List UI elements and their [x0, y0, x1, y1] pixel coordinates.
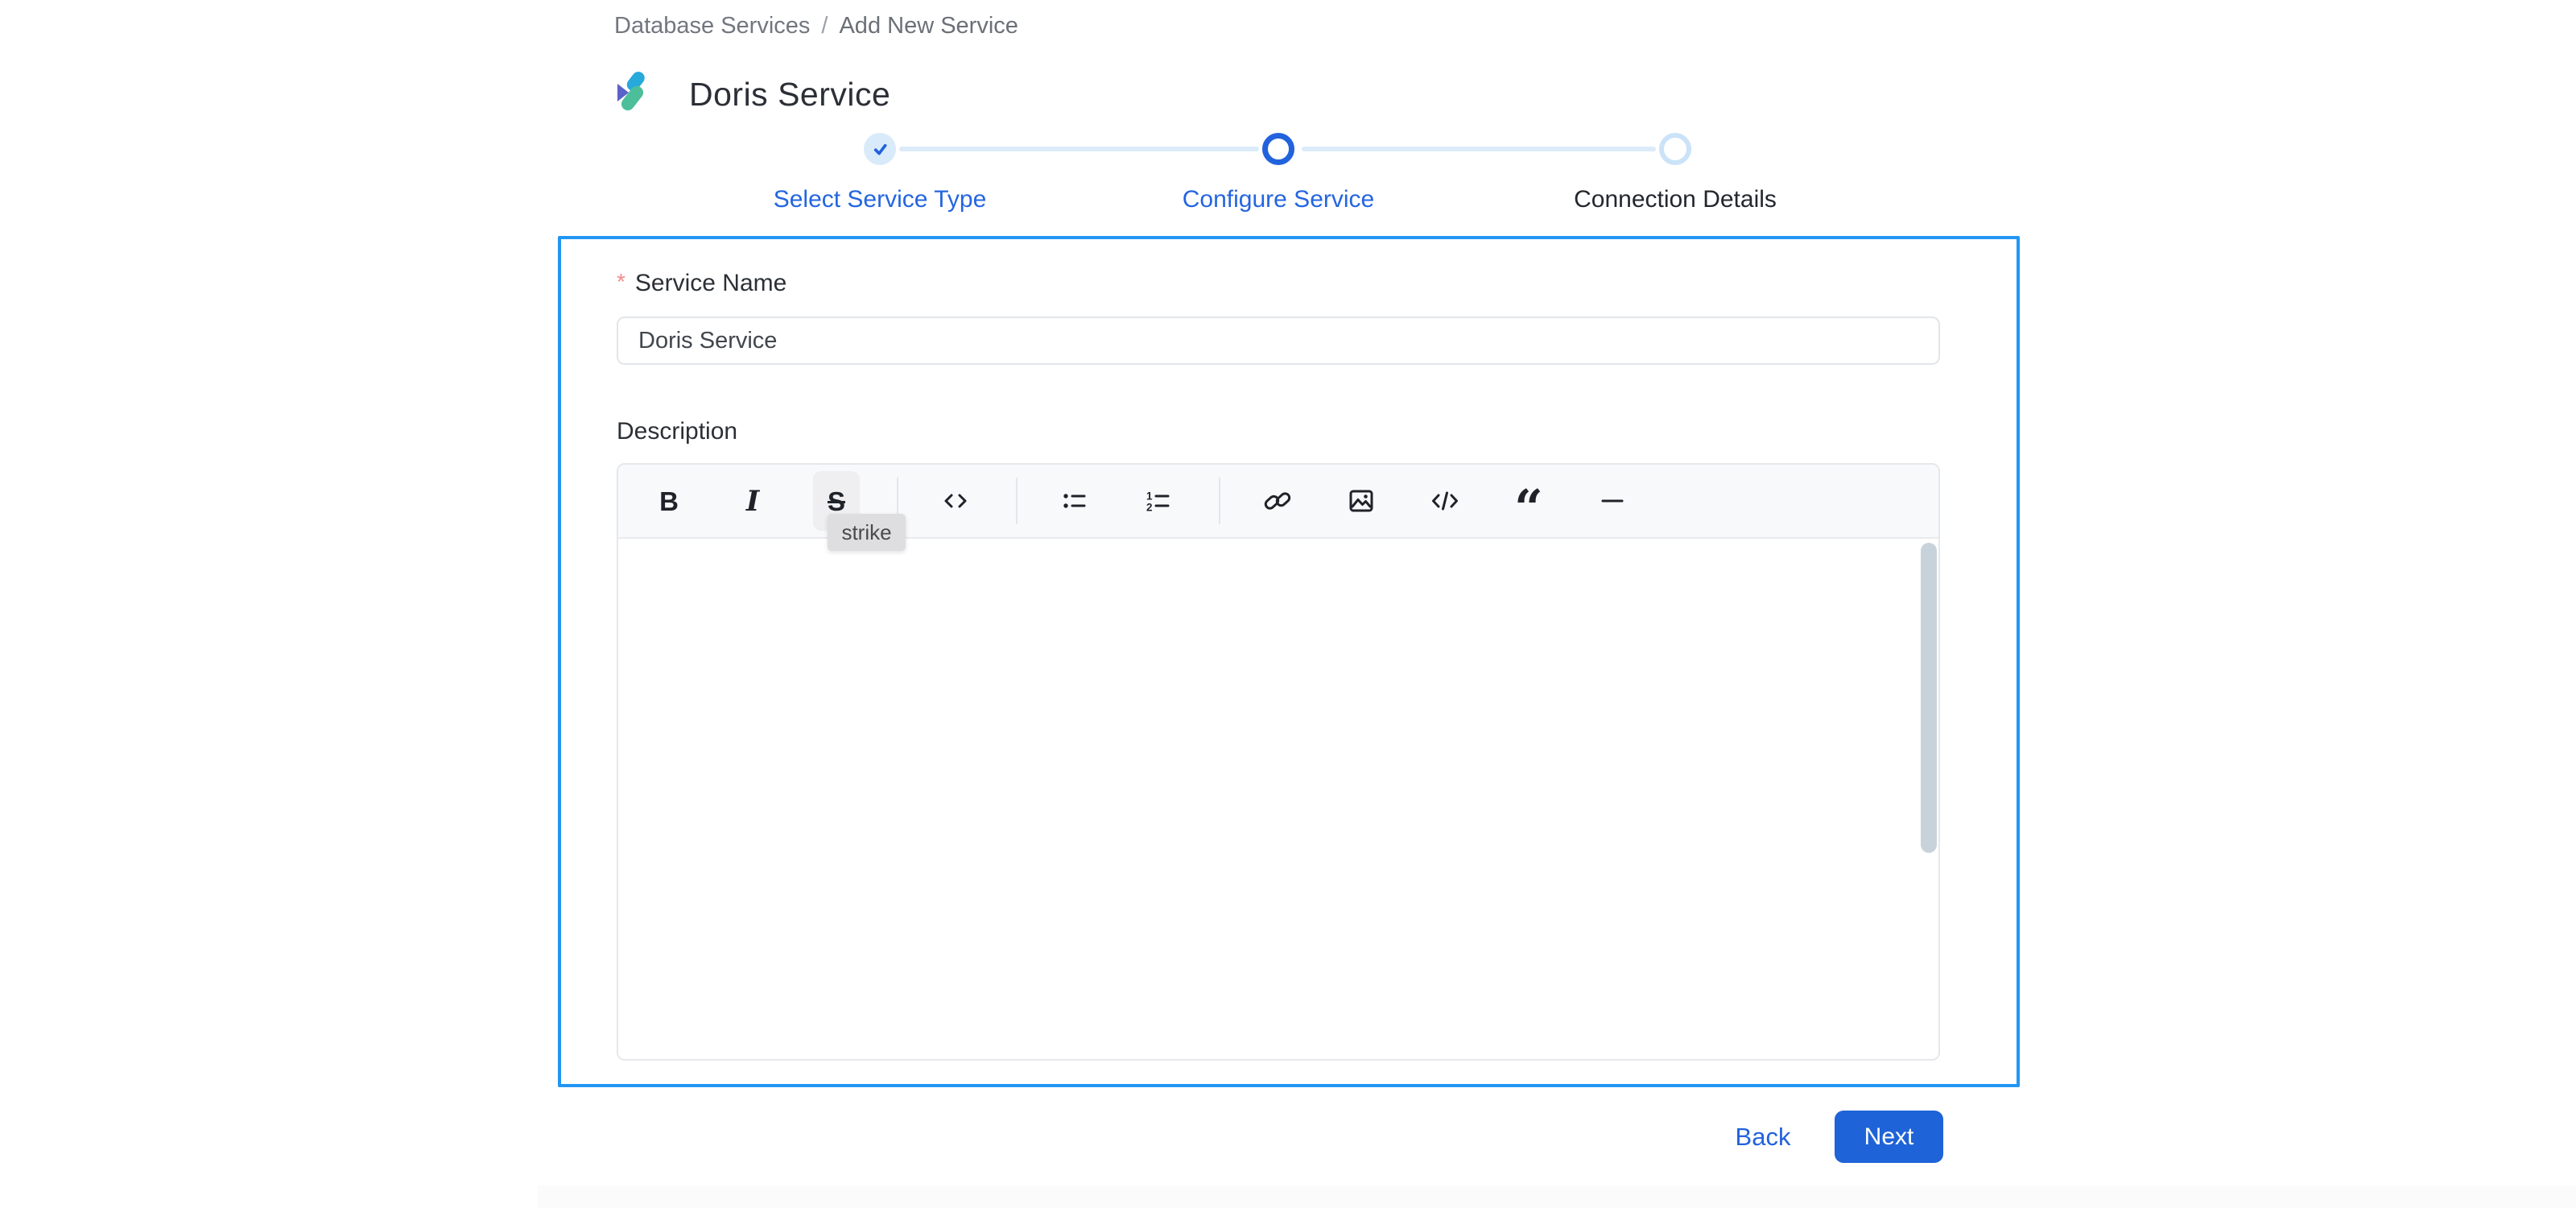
stepper: Select Service Type Configure Service Co…: [0, 0, 2576, 225]
link-button[interactable]: [1254, 471, 1301, 531]
bullet-list-button[interactable]: [1051, 471, 1098, 531]
description-editor: B I S 1 2 “ strike: [617, 463, 1940, 1061]
svg-text:2: 2: [1146, 502, 1153, 514]
image-icon: [1349, 490, 1373, 512]
strikethrough-icon: S: [827, 486, 845, 516]
horizontal-rule-button[interactable]: [1589, 471, 1636, 531]
service-name-label: * Service Name: [617, 269, 787, 297]
ordered-list-icon: 1 2: [1146, 490, 1170, 514]
required-asterisk: *: [617, 269, 625, 294]
footer-strip: [538, 1185, 2576, 1208]
italic-icon: I: [745, 484, 760, 518]
link-icon: [1264, 492, 1291, 510]
bold-icon: B: [659, 486, 679, 516]
toolbar-divider: [1016, 478, 1018, 524]
step-1-circle-completed[interactable]: [864, 133, 896, 165]
blockquote-icon: “: [1514, 485, 1543, 517]
image-button[interactable]: [1338, 471, 1385, 531]
toolbar-divider: [1219, 478, 1220, 524]
add-new-service-page: Database Services / Add New Service Dori…: [0, 0, 2576, 1208]
step-3-circle-pending[interactable]: [1659, 133, 1691, 165]
editor-toolbar: B I S 1 2 “: [618, 465, 1938, 539]
step-label-connection-details: Connection Details: [1574, 186, 1777, 213]
strike-tooltip: strike: [828, 514, 906, 551]
step-2-circle-active[interactable]: [1262, 133, 1294, 165]
code-block-button[interactable]: [1422, 471, 1468, 531]
service-name-label-text: Service Name: [634, 270, 787, 296]
stepper-connector-2: [1302, 147, 1656, 151]
svg-text:1: 1: [1146, 490, 1153, 503]
configure-service-card: * Service Name Description B I S: [558, 236, 2020, 1087]
blockquote-button[interactable]: “: [1505, 471, 1552, 531]
editor-scrollbar-thumb[interactable]: [1921, 543, 1937, 853]
back-button[interactable]: Back: [1723, 1118, 1803, 1156]
check-icon: [873, 143, 886, 155]
service-name-input[interactable]: [617, 316, 1940, 365]
step-label-configure-service[interactable]: Configure Service: [1101, 186, 1455, 213]
horizontal-rule-icon: [1601, 499, 1624, 503]
editor-content-area[interactable]: [618, 539, 1938, 1059]
ordered-list-button[interactable]: 1 2: [1135, 471, 1182, 531]
description-label: Description: [617, 418, 738, 445]
code-block-icon: [1432, 491, 1458, 511]
italic-button[interactable]: I: [729, 471, 776, 531]
bullet-list-icon: [1063, 494, 1086, 508]
stepper-connector-1: [899, 147, 1259, 151]
step-label-select-service-type[interactable]: Select Service Type: [703, 186, 1057, 213]
code-icon: [944, 494, 967, 508]
bold-button[interactable]: B: [646, 471, 692, 531]
inline-code-button[interactable]: [932, 471, 979, 531]
next-button[interactable]: Next: [1835, 1111, 1943, 1163]
